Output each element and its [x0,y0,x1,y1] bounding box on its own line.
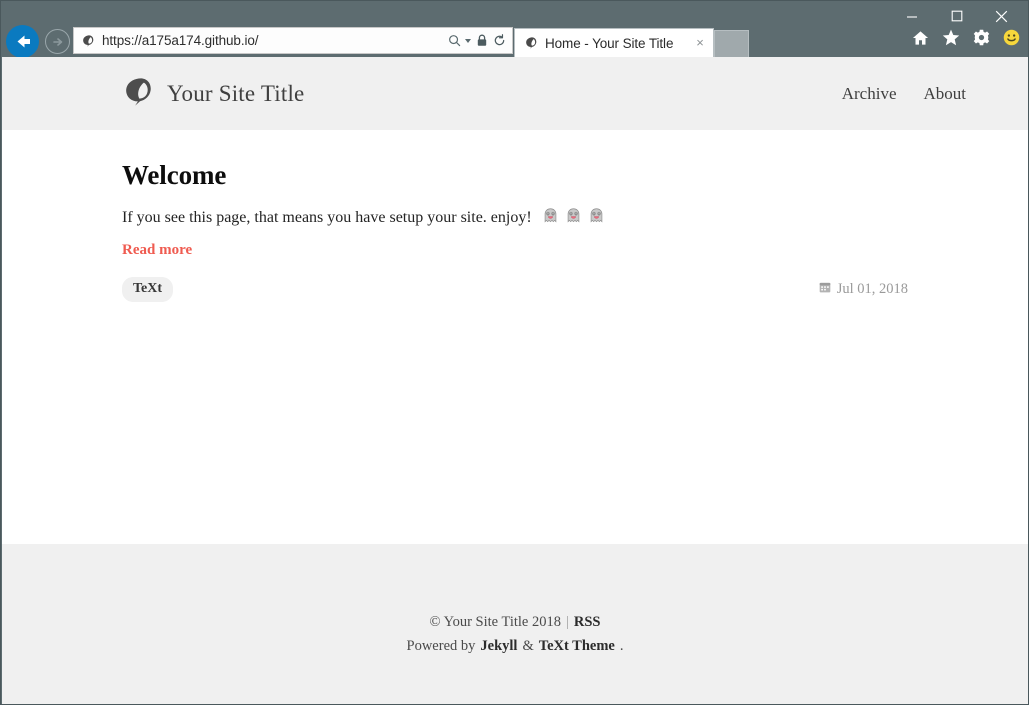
post-meta: TeXt Jul 01, 2018 [122,277,908,302]
refresh-icon[interactable] [493,34,506,47]
site-header: Your Site Title Archive About [2,57,1028,130]
post-excerpt-text: If you see this page, that means you hav… [122,209,532,226]
back-button[interactable] [6,25,39,58]
post-excerpt: If you see this page, that means you hav… [122,208,908,228]
home-icon[interactable] [912,30,929,46]
back-arrow-icon [17,35,30,48]
emoji-row [543,208,604,228]
forward-button[interactable] [45,29,70,54]
browser-chrome: https://a175a174.github.io/ Home - Your … [1,1,1028,58]
chevron-down-icon[interactable] [465,38,471,43]
footer-theme-link[interactable]: TeXt Theme [539,638,615,655]
post-title[interactable]: Welcome [122,160,908,191]
browser-toolbar [912,29,1020,46]
site-nav: Archive About [842,84,966,104]
calendar-icon [819,281,831,298]
post-date: Jul 01, 2018 [819,281,908,298]
maximize-button[interactable] [934,3,979,29]
site-brand[interactable]: Your Site Title [122,76,304,112]
browser-window: https://a175a174.github.io/ Home - Your … [0,0,1029,705]
ghost-emoji [543,208,558,228]
ginkgo-leaf-icon [122,76,153,112]
forward-arrow-icon [52,37,62,46]
footer-copyright-line: © Your Site Title 2018 | RSS [429,614,600,631]
address-bar[interactable]: https://a175a174.github.io/ [73,27,513,54]
nav-link-archive[interactable]: Archive [842,84,897,104]
read-more-link[interactable]: Read more [122,242,192,259]
footer-powered-line: Powered by Jekyll & TeXt Theme . [407,638,624,655]
navigation-buttons [6,25,70,58]
site-footer: © Your Site Title 2018 | RSS Powered by … [2,544,1028,704]
feedback-smiley-icon[interactable] [1003,29,1020,46]
search-icon[interactable] [448,34,461,47]
footer-separator: | [565,614,569,630]
tab-close-icon[interactable]: × [693,36,707,50]
footer-period: . [619,638,624,654]
post-date-text: Jul 01, 2018 [836,281,908,297]
post-tag-text[interactable]: TeXt [122,277,174,302]
maximize-icon [951,10,962,22]
footer-powered-prefix: Powered by [406,638,476,654]
address-url-text[interactable]: https://a175a174.github.io/ [102,33,441,48]
tab-title-text: Home - Your Site Title [545,35,674,51]
address-favicon-icon [81,34,95,48]
favorites-star-icon[interactable] [942,29,960,46]
footer-jekyll-link[interactable]: Jekyll [480,638,517,655]
new-tab-button[interactable] [714,30,749,57]
footer-ampersand: & [522,638,534,654]
tab-strip: Home - Your Site Title × [514,28,749,57]
tools-gear-icon[interactable] [973,29,990,46]
window-controls [889,3,1024,29]
footer-rss-link[interactable]: RSS [574,614,601,631]
tab-home[interactable]: Home - Your Site Title × [514,28,714,57]
address-bar-icons [448,34,506,47]
ghost-emoji [589,208,604,228]
page-viewport: Your Site Title Archive About Welcome If… [2,57,1028,704]
close-icon [995,10,1008,22]
footer-copyright-text: © Your Site Title 2018 [429,614,561,630]
tab-favicon-icon [524,36,538,50]
nav-link-about[interactable]: About [924,84,967,104]
minimize-button[interactable] [889,3,934,29]
minimize-icon [906,16,917,18]
close-button[interactable] [979,3,1024,29]
main-content: Welcome If you see this page, that means… [2,130,1028,544]
site-brand-title: Your Site Title [167,80,305,106]
ghost-emoji [566,208,581,228]
padlock-icon[interactable] [476,34,488,47]
